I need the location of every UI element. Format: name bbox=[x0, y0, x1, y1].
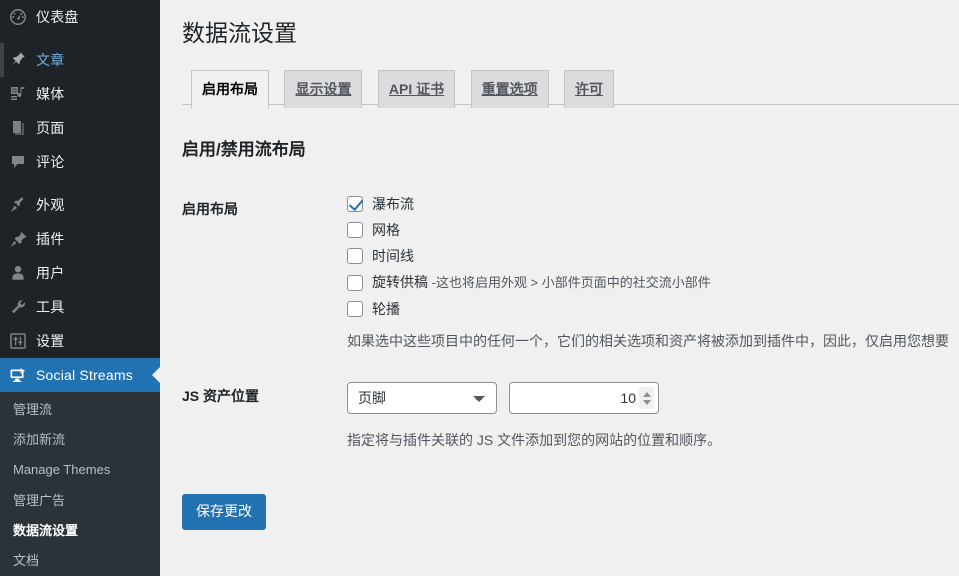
js-position-select[interactable]: 页脚 页眉 bbox=[347, 382, 497, 415]
sidebar-item-label: 评论 bbox=[36, 154, 65, 170]
tab-display-settings[interactable]: 显示设置 bbox=[284, 69, 363, 108]
settings-icon bbox=[0, 331, 36, 351]
sidebar-item-label: 工具 bbox=[36, 299, 65, 315]
tab-enable-layout[interactable]: 启用布局 bbox=[191, 69, 269, 109]
sidebar-separator bbox=[0, 179, 160, 188]
submenu-item-manage-streams[interactable]: 管理流 bbox=[0, 395, 160, 425]
checkbox-label-grid: 网格 bbox=[372, 221, 400, 238]
pages-icon bbox=[0, 118, 36, 138]
checkbox-label-timeline: 时间线 bbox=[372, 248, 414, 265]
checkbox-row-rotating-feed[interactable]: 旋转供稿 -这也将启用外观 > 小部件页面中的社交流小部件 bbox=[347, 273, 949, 292]
appearance-icon bbox=[0, 195, 36, 215]
sidebar-item-appearance[interactable]: 外观 bbox=[0, 188, 160, 222]
comments-icon bbox=[0, 152, 36, 172]
section-title: 启用/禁用流布局 bbox=[182, 139, 306, 159]
tab-reset-options[interactable]: 重置选项 bbox=[470, 69, 549, 108]
sidebar-item-tools[interactable]: 工具 bbox=[0, 290, 160, 324]
field-value-enable-layout: 瀑布流 网格 时间线 旋转供稿 -这也将启用外观 > 小部件页面中的社交流小部件… bbox=[337, 180, 959, 368]
tab-bar: 启用布局 显示设置 API 证书 重置选项 许可 bbox=[182, 69, 959, 109]
sidebar-item-label: 用户 bbox=[36, 265, 65, 281]
admin-sidebar: 仪表盘 文章 媒体 页面 评论 外观 插件 用户 工具 设置 Social St… bbox=[0, 0, 160, 576]
js-assets-controls: 页脚 页眉 bbox=[347, 382, 949, 415]
monitor-icon bbox=[0, 365, 36, 385]
sidebar-item-dashboard[interactable]: 仪表盘 bbox=[0, 0, 160, 34]
sidebar-item-social-streams[interactable]: Social Streams bbox=[0, 358, 160, 392]
save-changes-button[interactable]: 保存更改 bbox=[182, 494, 266, 531]
sidebar-item-posts[interactable]: 文章 bbox=[0, 43, 160, 77]
submenu-item-add-stream[interactable]: 添加新流 bbox=[0, 425, 160, 455]
plugins-icon bbox=[0, 229, 36, 249]
sidebar-item-label: 外观 bbox=[36, 197, 65, 213]
checkbox-carousel[interactable] bbox=[347, 301, 363, 318]
field-label-enable-layout: 启用布局 bbox=[182, 200, 238, 217]
sidebar-item-label: 页面 bbox=[36, 120, 65, 136]
js-priority-stepper[interactable] bbox=[509, 382, 659, 415]
media-icon bbox=[0, 84, 36, 104]
checkbox-rotating-feed[interactable] bbox=[347, 274, 363, 291]
settings-form: 启用/禁用流布局 启用布局 瀑布流 网格 时间线 旋转供稿 -这也将启用外观 >… bbox=[182, 105, 959, 531]
table-row-js-assets: JS 资产位置 页脚 页眉 bbox=[182, 367, 959, 466]
sidebar-item-label: 插件 bbox=[36, 231, 65, 247]
checkbox-note-rotating-feed: -这也将启用外观 > 小部件页面中的社交流小部件 bbox=[428, 275, 711, 291]
tab-license[interactable]: 许可 bbox=[564, 69, 615, 108]
sidebar-separator bbox=[0, 34, 160, 43]
submit-area: 保存更改 bbox=[182, 466, 959, 531]
layout-description: 如果选中这些项目中的任何一个，它们的相关选项和资产将被添加到插件中，因此，仅启用… bbox=[347, 333, 949, 350]
sidebar-item-label: 文章 bbox=[36, 52, 65, 68]
sidebar-item-label: Social Streams bbox=[36, 367, 133, 383]
sidebar-item-label: 媒体 bbox=[36, 86, 65, 102]
submenu-item-docs[interactable]: 文档 bbox=[0, 546, 160, 576]
dashboard-icon bbox=[0, 7, 36, 27]
submenu-item-stream-settings[interactable]: 数据流设置 bbox=[0, 516, 160, 546]
table-row-enable-layout: 启用布局 瀑布流 网格 时间线 旋转供稿 -这也将启用外观 > 小部件页面中的社… bbox=[182, 180, 959, 368]
sidebar-item-pages[interactable]: 页面 bbox=[0, 111, 160, 145]
tab-api-credentials[interactable]: API 证书 bbox=[377, 69, 456, 108]
submenu-item-manage-ads[interactable]: 管理广告 bbox=[0, 486, 160, 516]
checkbox-row-grid[interactable]: 网格 bbox=[347, 221, 949, 239]
users-icon bbox=[0, 263, 36, 283]
sidebar-item-settings[interactable]: 设置 bbox=[0, 324, 160, 358]
submenu-item-manage-themes[interactable]: Manage Themes bbox=[0, 455, 160, 485]
admin-screen: 仪表盘 文章 媒体 页面 评论 外观 插件 用户 工具 设置 Social St… bbox=[0, 0, 959, 576]
stepper-arrows-icon[interactable] bbox=[639, 387, 654, 410]
sidebar-item-label: 仪表盘 bbox=[36, 9, 79, 25]
checkbox-row-timeline[interactable]: 时间线 bbox=[347, 247, 949, 265]
settings-table: 启用布局 瀑布流 网格 时间线 旋转供稿 -这也将启用外观 > 小部件页面中的社… bbox=[182, 180, 959, 467]
pin-icon bbox=[0, 50, 36, 70]
checkbox-label-rotating-feed: 旋转供稿 -这也将启用外观 > 小部件页面中的社交流小部件 bbox=[372, 274, 711, 291]
page-title: 数据流设置 bbox=[182, 20, 297, 46]
sidebar-item-users[interactable]: 用户 bbox=[0, 256, 160, 290]
tools-icon bbox=[0, 297, 36, 317]
main-content: 数据流设置 启用布局 显示设置 API 证书 重置选项 许可 启用/禁用流布局 … bbox=[160, 0, 959, 576]
sidebar-item-plugins[interactable]: 插件 bbox=[0, 222, 160, 256]
checkbox-masonry[interactable] bbox=[347, 195, 363, 212]
field-value-js-assets: 页脚 页眉 指定将与插件关联的 JS 文件添加到您的网站的位置和顺序。 bbox=[337, 367, 959, 466]
sidebar-item-comments[interactable]: 评论 bbox=[0, 145, 160, 179]
checkbox-row-masonry[interactable]: 瀑布流 bbox=[347, 195, 949, 213]
sidebar-item-label: 设置 bbox=[36, 333, 65, 349]
js-priority-input[interactable] bbox=[539, 389, 639, 408]
sidebar-submenu: 管理流 添加新流 Manage Themes 管理广告 数据流设置 文档 bbox=[0, 392, 160, 576]
checkbox-timeline[interactable] bbox=[347, 248, 363, 265]
checkbox-label-masonry: 瀑布流 bbox=[372, 195, 414, 212]
js-assets-description: 指定将与插件关联的 JS 文件添加到您的网站的位置和顺序。 bbox=[347, 432, 722, 449]
checkbox-row-carousel[interactable]: 轮播 bbox=[347, 300, 949, 318]
sidebar-item-media[interactable]: 媒体 bbox=[0, 77, 160, 111]
checkbox-label-carousel: 轮播 bbox=[372, 301, 400, 318]
field-label-js-assets: JS 资产位置 bbox=[182, 388, 260, 405]
checkbox-grid[interactable] bbox=[347, 221, 363, 238]
